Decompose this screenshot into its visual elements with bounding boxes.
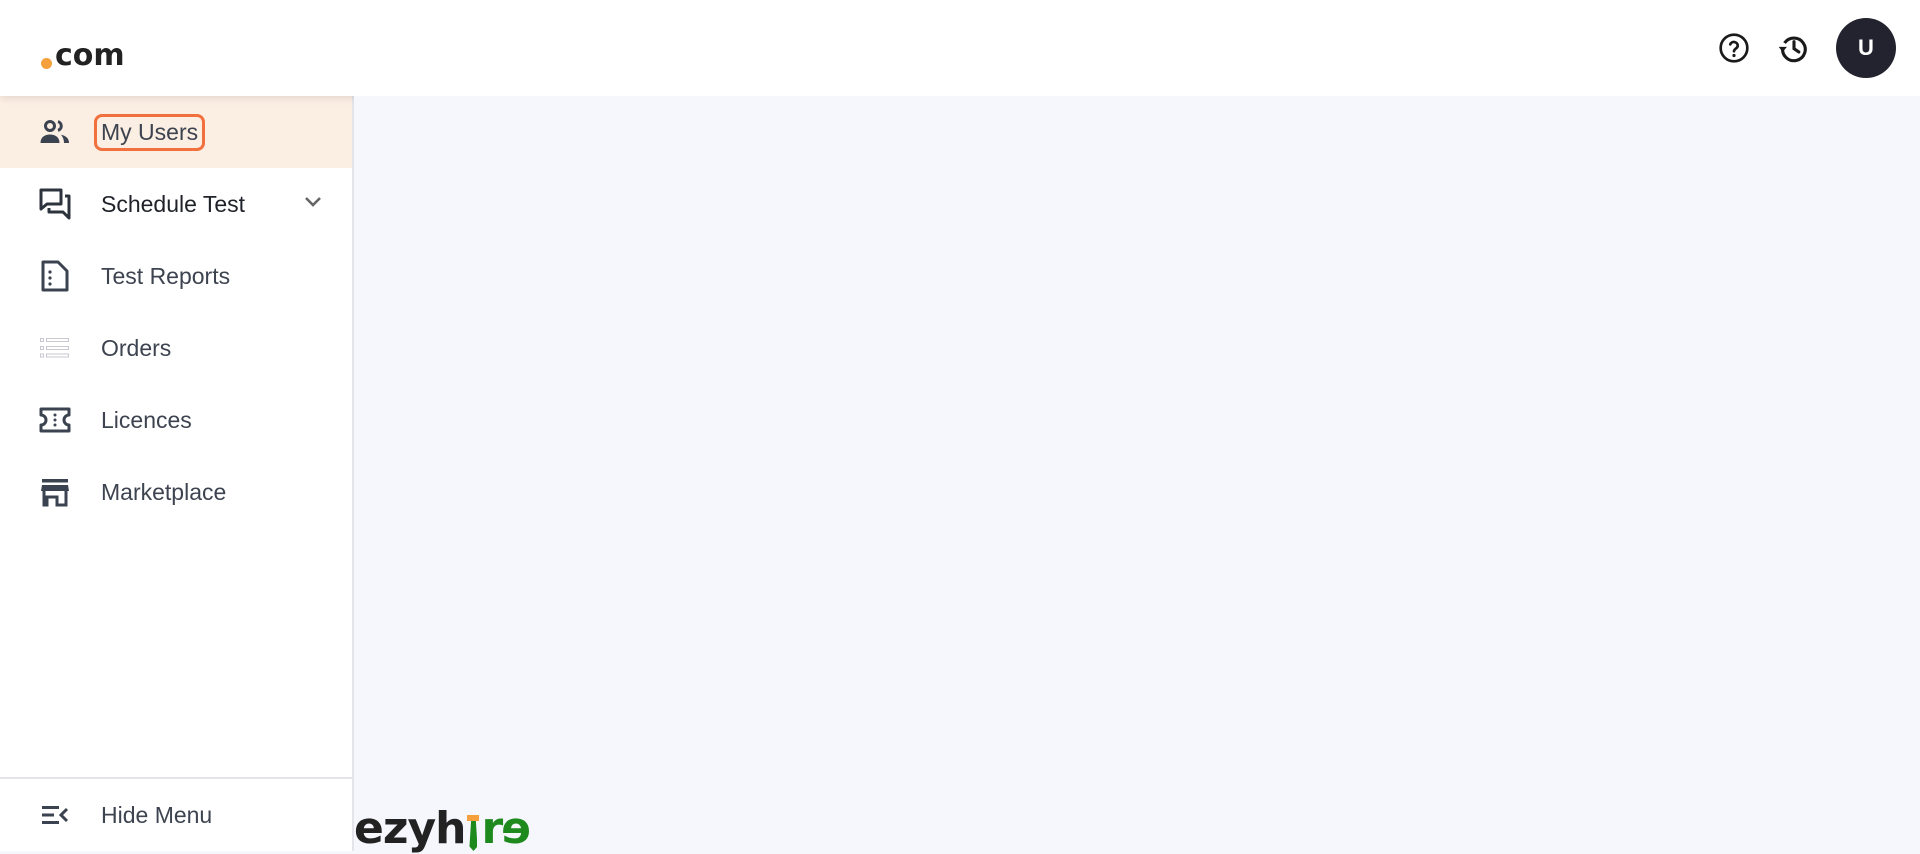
users-icon [38,115,72,149]
top-actions: U [1716,18,1896,78]
ticket-icon [38,403,72,437]
sidebar-item-licences[interactable]: Licences [0,384,352,456]
history-button[interactable] [1776,30,1812,66]
sidebar-item-label: Schedule Test [101,191,245,218]
hide-menu-label: Hide Menu [101,802,212,829]
sidebar-item-label: Test Reports [101,263,230,290]
history-icon [1777,31,1811,65]
logo-dot [41,58,52,69]
sidebar-item-orders[interactable]: Orders [0,312,352,384]
hide-menu-button[interactable]: Hide Menu [0,777,352,851]
sidebar-item-label: Marketplace [101,479,226,506]
sidebar-item-label: Licences [101,407,192,434]
sidebar-item-my-users[interactable]: My Users [0,96,352,168]
sidebar-item-label: Orders [101,335,171,362]
top-bar: ezyh re com U [0,0,1920,96]
sidebar: My Users Schedule Test Test Reports [0,96,354,851]
store-icon [38,475,72,509]
chat-bubbles-icon [38,187,72,221]
sidebar-item-schedule-test[interactable]: Schedule Test [0,168,352,240]
report-document-icon [38,259,72,293]
logo-text-re: re [481,807,531,851]
menu-collapse-icon [38,798,72,832]
list-icon [38,331,72,365]
sidebar-item-marketplace[interactable]: Marketplace [0,456,352,528]
help-button[interactable] [1716,30,1752,66]
logo-text-com: com [55,41,125,71]
sidebar-item-test-reports[interactable]: Test Reports [0,240,352,312]
chevron-down-icon[interactable] [304,195,322,213]
help-circle-icon [1718,32,1750,64]
logo-tie-icon [466,815,480,851]
sidebar-item-label: My Users [94,114,205,151]
logo-text-ezyh: ezyh [354,807,465,851]
user-avatar[interactable]: U [1836,18,1896,78]
ezyhire-logo[interactable]: ezyh re com [38,23,125,73]
